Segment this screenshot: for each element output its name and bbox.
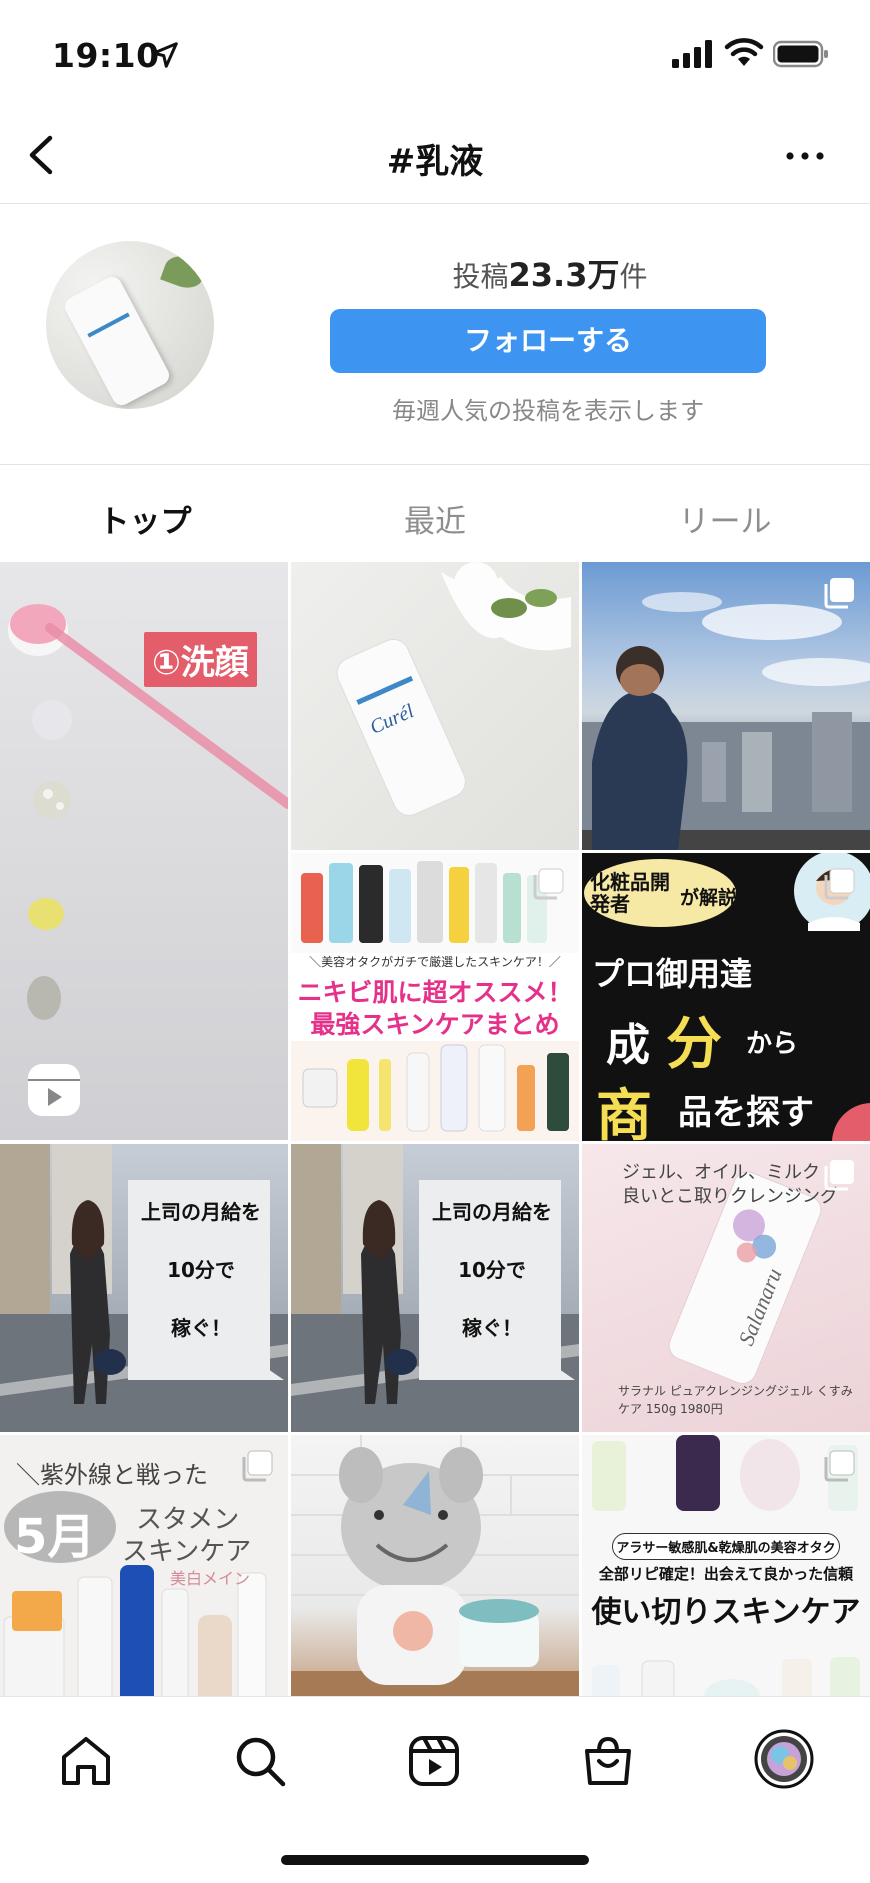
tile-headline: 分	[666, 1012, 722, 1077]
tile-subtitle: ＼美容オタクがガチで厳選したスキンケア！／	[309, 955, 561, 969]
tile-headline: 品を探す	[678, 1093, 814, 1133]
cellular-signal-icon	[672, 40, 712, 68]
tab-recent[interactable]: 最近	[290, 496, 580, 541]
home-icon[interactable]	[58, 1733, 114, 1789]
tile-headline: 5月	[14, 1509, 96, 1565]
location-arrow-icon	[152, 42, 178, 68]
tile-headline: 最強スキンケアまとめ	[310, 1010, 560, 1039]
post-grid: ①洗顔 Curél ＼美容オタクがガチで厳選したスキンケア！／ ニキビ肌に超オス…	[0, 562, 870, 1696]
tile-headline: ニキビ肌に超オススメ！	[297, 978, 573, 1007]
hashtag-title: #乳液	[386, 142, 484, 182]
tile-headline: から	[746, 1029, 799, 1059]
tile-headline: ＼紫外線と戦った	[16, 1461, 208, 1489]
tile-headline: 成	[606, 1020, 650, 1071]
navigation-header: #乳液	[0, 110, 870, 204]
tab-bar: トップ 最近 リール	[0, 466, 870, 560]
multi-photo-icon	[824, 1450, 855, 1482]
post-tile[interactable]: ＼美容オタクがガチで厳選したスキンケア！／ ニキビ肌に超オススメ！ 最強スキンケ…	[291, 853, 579, 1141]
wifi-icon	[724, 38, 764, 66]
tile-headline: 稼ぐ！	[171, 1316, 231, 1340]
post-tile[interactable]: Curél	[291, 562, 579, 850]
status-time: 19:10	[52, 36, 160, 75]
post-tile[interactable]: 上司の月給を 10分で 稼ぐ！	[0, 1144, 288, 1432]
multi-photo-icon	[533, 868, 564, 900]
post-tile[interactable]: 上司の月給を 10分で 稼ぐ！	[291, 1144, 579, 1432]
tab-reels[interactable]: リール	[580, 496, 870, 541]
battery-icon	[773, 40, 828, 68]
post-tile[interactable]: ジェル、オイル、ミルク 良いとこ取りクレンジング Salanaru サラナル ピ…	[582, 1144, 870, 1432]
status-bar: 19:10	[0, 0, 870, 110]
home-indicator	[281, 1855, 589, 1865]
post-tile[interactable]: アラサー敏感肌&乾燥肌の美容オタク 全部リピ確定！出会えて良かった信頼 使い切り…	[582, 1435, 870, 1696]
multi-photo-icon	[242, 1450, 273, 1482]
tile-headline: ジェル、オイル、ミルク	[622, 1162, 820, 1183]
post-tile[interactable]: ①洗顔	[0, 562, 288, 1140]
tile-badge: 化粧品開発者	[590, 870, 670, 916]
tile-headline: 上司の月給を	[432, 1200, 552, 1224]
tile-badge-suffix: が解説	[680, 887, 738, 909]
tile-headline: 全部リピ確定！出会えて良かった信頼	[598, 1565, 854, 1583]
post-count: 投稿23.3万件	[452, 256, 648, 294]
post-tile[interactable]	[291, 1435, 579, 1696]
multi-photo-icon	[824, 578, 854, 609]
hashtag-avatar	[46, 241, 214, 409]
tile-headline: プロ御用達	[592, 955, 753, 993]
multi-photo-icon	[824, 868, 855, 900]
post-tile[interactable]: ＼紫外線と戦った 5月 スタメン スキンケア 美白メイン	[0, 1435, 288, 1696]
reel-badge-icon	[28, 1064, 80, 1116]
tile-headline: 稼ぐ！	[462, 1316, 522, 1340]
tab-top[interactable]: トップ	[0, 496, 290, 541]
tile-headline: 10分で	[167, 1258, 235, 1282]
multi-photo-icon	[824, 1160, 854, 1191]
tile-headline: 10分で	[458, 1258, 526, 1282]
post-tile[interactable]: 化粧品開発者 が解説 プロ御用達 成 分 から 商 品を探す	[582, 853, 870, 1141]
weekly-popular-text: 毎週人気の投稿を表示します	[392, 397, 704, 425]
reels-icon[interactable]	[406, 1733, 462, 1789]
tile-headline: スキンケア	[122, 1537, 252, 1567]
tile-caption: ①洗顔	[144, 632, 257, 687]
more-options-icon[interactable]	[780, 136, 830, 176]
hashtag-profile: 投稿23.3万件 フォローする 毎週人気の投稿を表示します	[0, 205, 870, 465]
tile-footer: サラナル ピュアクレンジングジェル くすみケア 150g 1980円	[618, 1384, 853, 1416]
follow-button[interactable]: フォローする	[330, 309, 766, 373]
tile-headline: 使い切りスキンケア	[591, 1595, 861, 1630]
tile-note: 美白メイン	[170, 1569, 251, 1588]
tile-badge: アラサー敏感肌&乾燥肌の美容オタク	[612, 1533, 840, 1560]
search-icon[interactable]	[232, 1733, 288, 1789]
tile-headline: 上司の月給を	[141, 1200, 261, 1224]
shop-icon[interactable]	[580, 1733, 636, 1789]
post-tile[interactable]	[582, 562, 870, 850]
tile-headline: 良いとこ取りクレンジング	[622, 1186, 838, 1207]
profile-avatar[interactable]	[754, 1729, 814, 1789]
tile-headline: 商	[596, 1084, 652, 1141]
